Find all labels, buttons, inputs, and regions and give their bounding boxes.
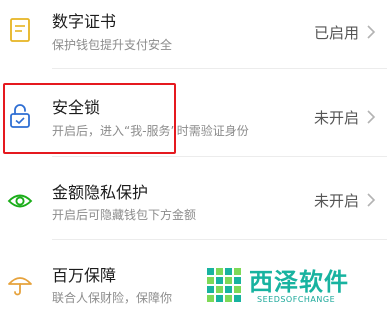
watermark: 西泽软件 SEEDSOFCHANGE [205, 262, 387, 312]
setting-row-digital-certificate[interactable]: 数字证书 保护钱包提升支付安全 已启用 [0, 0, 387, 70]
eye-icon [6, 187, 34, 215]
watermark-tagline: SEEDSOFCHANGE [257, 295, 336, 304]
chevron-right-icon [365, 109, 377, 125]
divider [52, 68, 387, 69]
chevron-right-icon [365, 24, 377, 40]
setting-status: 已启用 [313, 24, 359, 42]
setting-subtitle: 联合人保财险，保障你 [52, 291, 173, 305]
umbrella-icon [6, 270, 34, 298]
setting-subtitle: 保护钱包提升支付安全 [52, 38, 173, 52]
setting-title: 数字证书 [52, 12, 117, 31]
setting-status: 未开启 [313, 192, 359, 210]
certificate-icon [6, 16, 34, 44]
watermark-logo-icon [205, 264, 245, 308]
setting-title: 百万保障 [52, 266, 117, 285]
watermark-name: 西泽软件 [249, 268, 349, 296]
highlight-annotation-box [3, 83, 176, 154]
setting-row-amount-privacy[interactable]: 金额隐私保护 开启后可隐藏钱包下方金额 未开启 [0, 157, 387, 240]
setting-subtitle: 开启后可隐藏钱包下方金额 [52, 208, 197, 222]
security-settings-screen: 数字证书 保护钱包提升支付安全 已启用 安全锁 开启后，进入“我-服务”时需验证… [0, 0, 387, 312]
setting-title: 金额隐私保护 [52, 183, 149, 202]
chevron-right-icon [365, 192, 377, 208]
setting-status: 未开启 [313, 109, 359, 127]
